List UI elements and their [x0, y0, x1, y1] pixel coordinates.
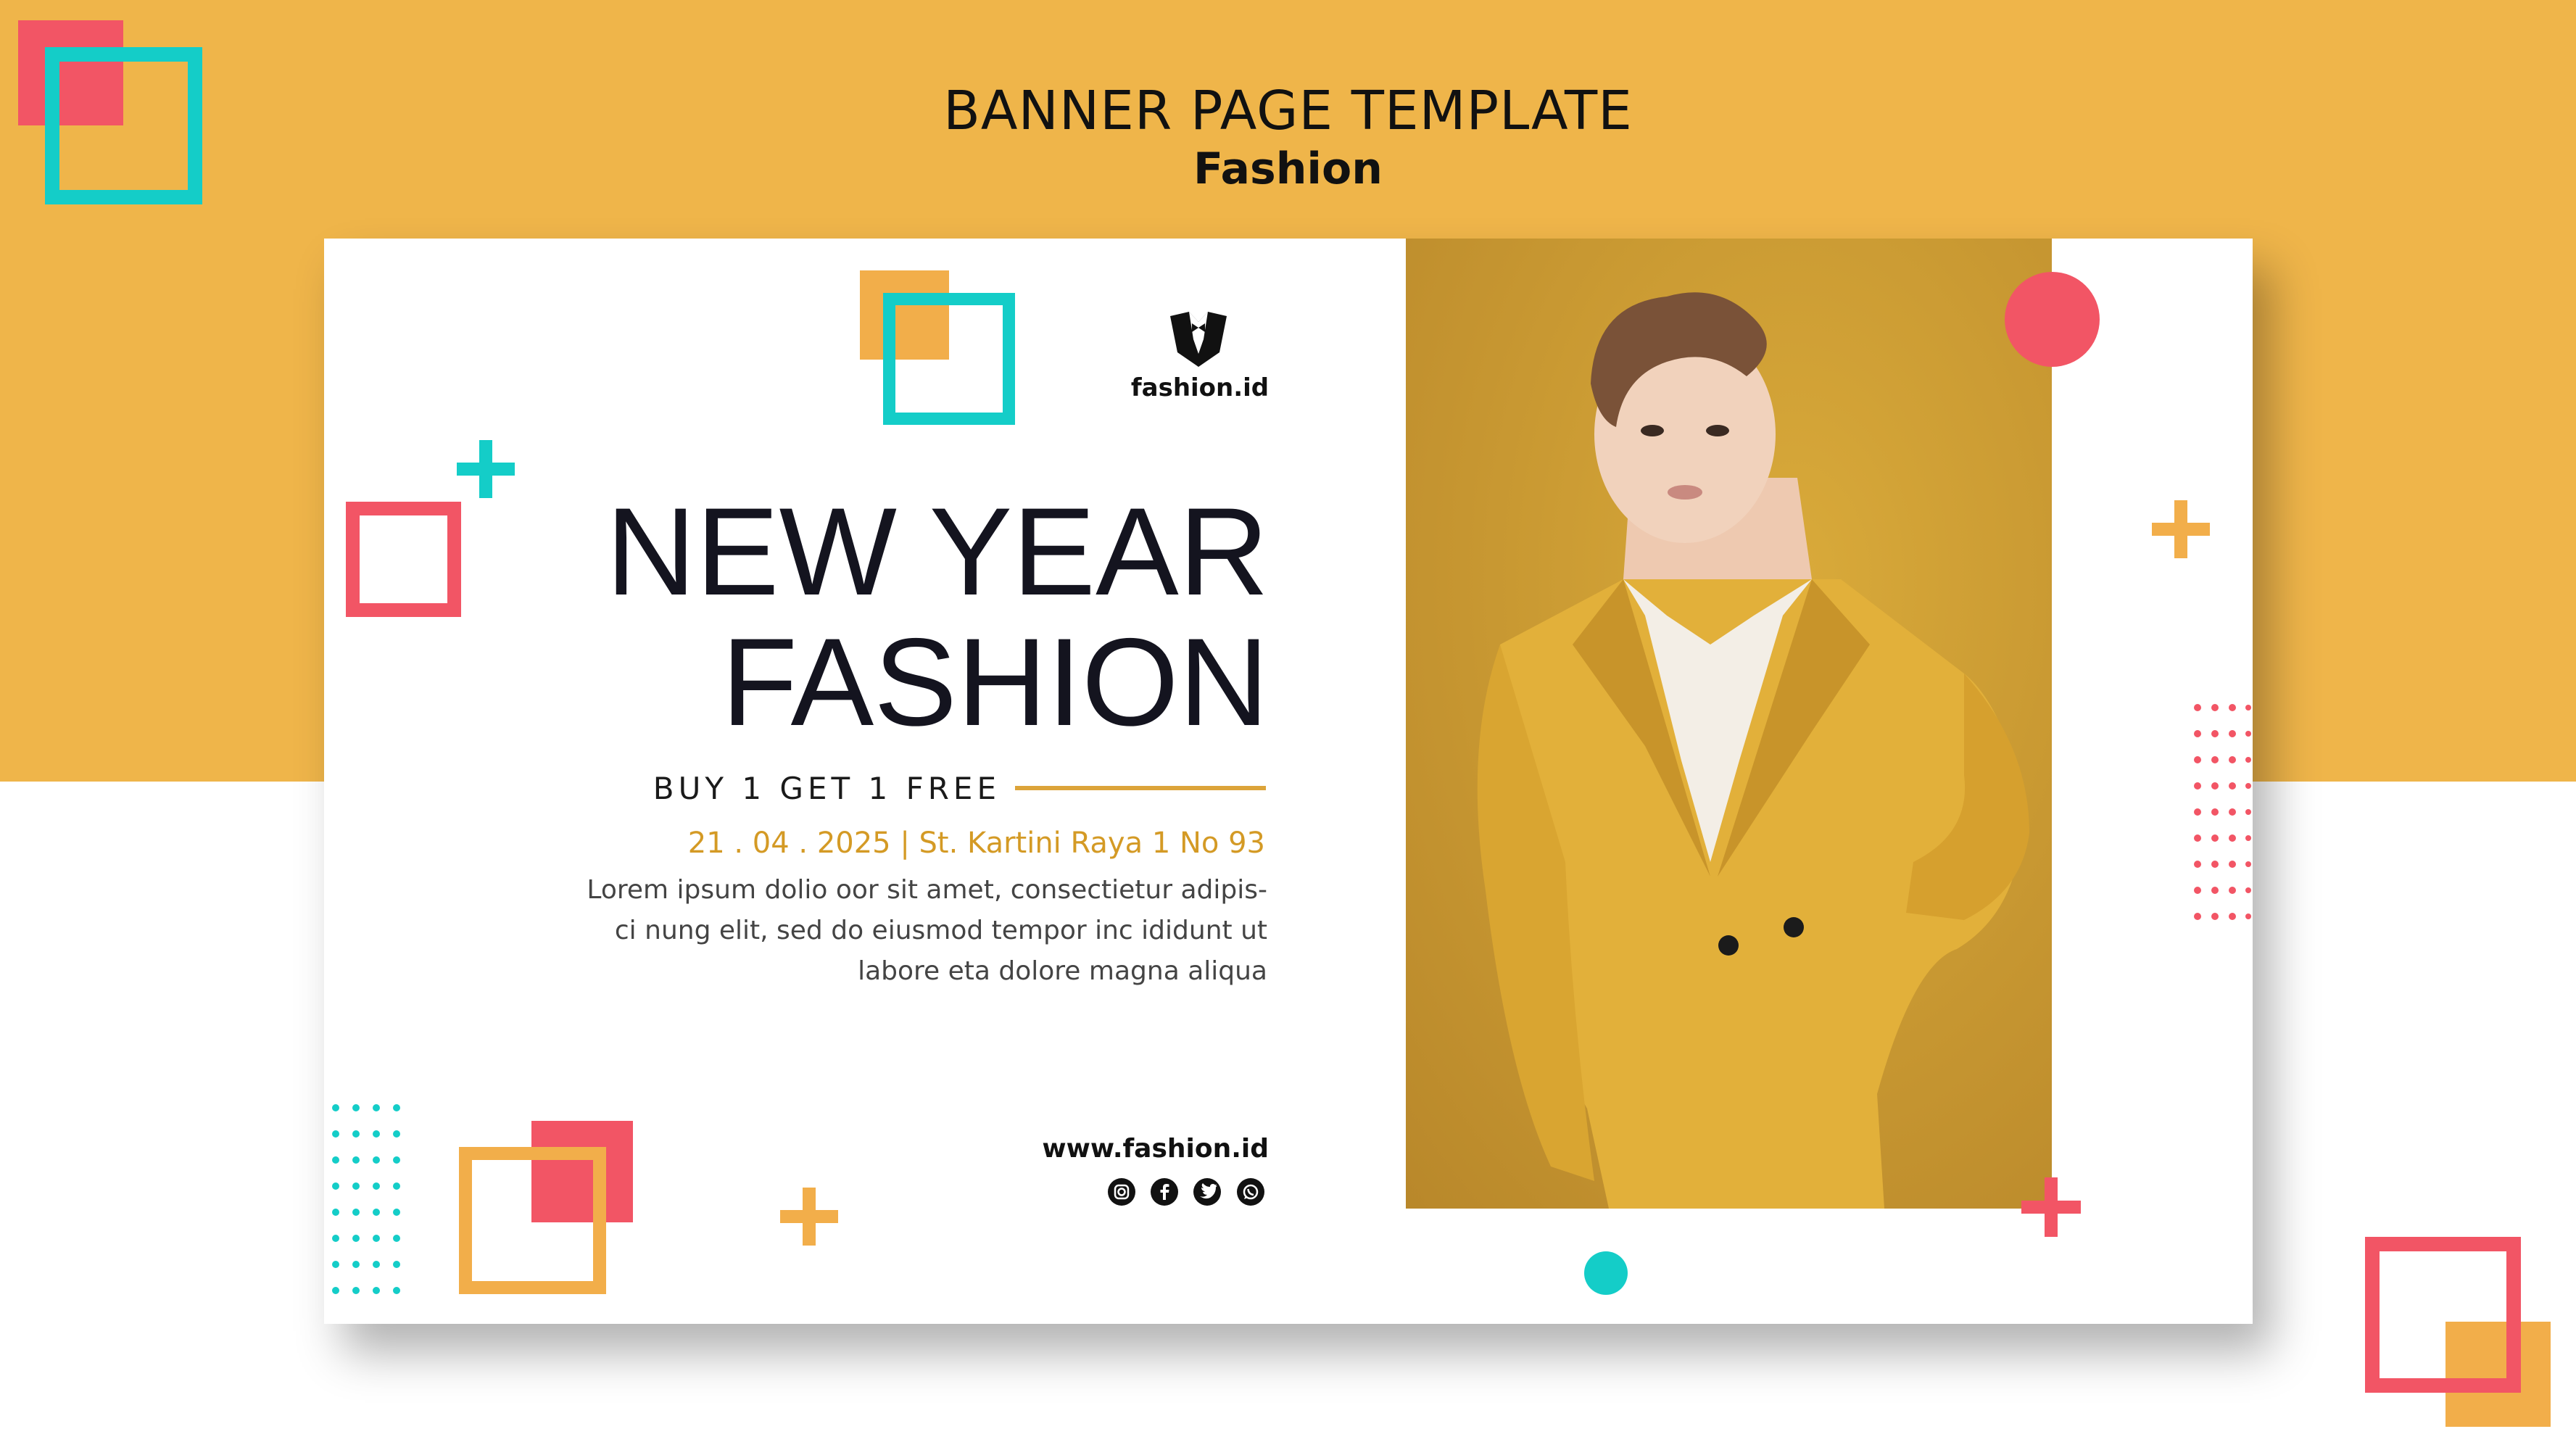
description-line: ci nung elit, sed do eiusmod tempor inc … — [614, 916, 1267, 945]
decor-red-outline-square — [2365, 1237, 2521, 1393]
tuxedo-icon — [1167, 310, 1230, 368]
brand-name: fashion.id — [1130, 373, 1270, 402]
page-subtitle: Fashion — [1193, 144, 1383, 194]
instagram-icon[interactable] — [1108, 1178, 1135, 1206]
facebook-icon[interactable] — [1151, 1178, 1178, 1206]
description: Lorem ipsum dolio oor sit amet, consecti… — [508, 870, 1267, 992]
whatsapp-icon[interactable] — [1237, 1178, 1264, 1206]
offer-divider — [1015, 786, 1266, 790]
headline-line-1: NEW YEAR — [605, 482, 1269, 621]
event-details: 21 . 04 . 2025 | St. Kartini Raya 1 No 9… — [687, 826, 1265, 860]
orange-plus-icon — [780, 1188, 838, 1246]
decor-red-dot-grid — [2194, 704, 2251, 920]
headline-line-2: FASHION — [721, 613, 1269, 752]
decor-orange-outline-square — [459, 1147, 606, 1294]
teal-plus-icon — [457, 440, 515, 498]
decor-red-circle — [2005, 272, 2100, 367]
model-illustration — [1406, 239, 2052, 1209]
website-url[interactable]: www.fashion.id — [943, 1134, 1269, 1164]
orange-plus-icon — [2152, 500, 2210, 558]
description-line: Lorem ipsum dolio oor sit amet, consecti… — [587, 875, 1267, 905]
model-photo — [1406, 239, 2052, 1209]
twitter-icon[interactable] — [1193, 1178, 1221, 1206]
decor-red-outline-square — [346, 502, 461, 617]
decor-teal-dot-grid — [332, 1104, 400, 1294]
offer-text: BUY 1 GET 1 FREE — [653, 771, 1001, 806]
page-title: BANNER PAGE TEMPLATE — [943, 80, 1633, 142]
red-plus-icon — [2021, 1177, 2081, 1237]
decor-teal-dot — [1584, 1251, 1628, 1295]
decor-teal-outline-square — [883, 293, 1015, 425]
description-line: labore eta dolore magna aliqua — [858, 956, 1267, 986]
